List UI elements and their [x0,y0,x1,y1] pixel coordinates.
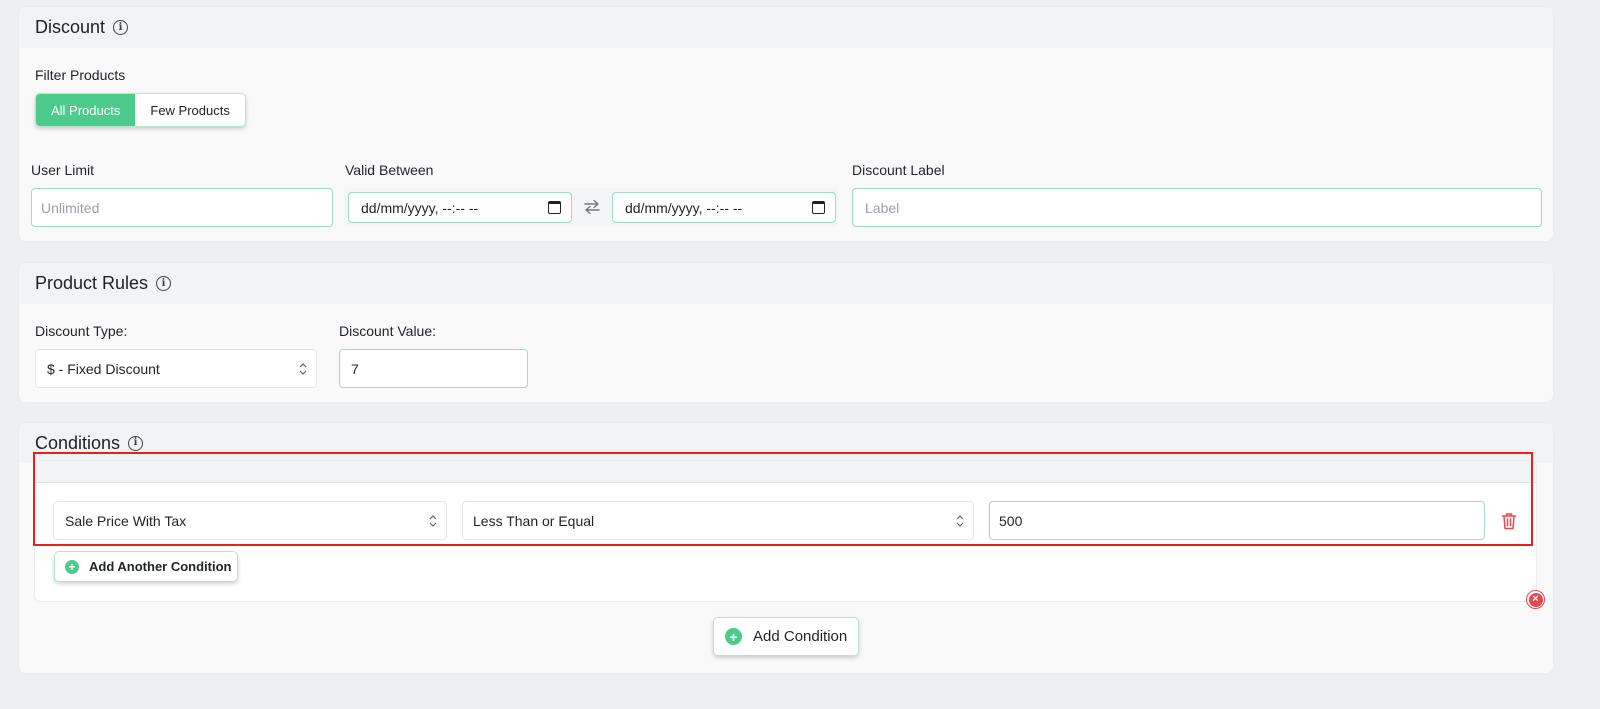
valid-to-input[interactable]: dd/mm/yyyy, --:-- -- [612,192,836,223]
discount-label-input[interactable]: Label [852,188,1542,227]
valid-between-label: Valid Between [345,162,434,178]
user-limit-label: User Limit [31,162,95,178]
highlight-box [33,452,1533,546]
conditions-title: Conditions [35,432,121,453]
discount-title: Discount [35,17,106,37]
updown-chevron-icon [299,362,307,375]
info-icon[interactable]: i [156,276,172,291]
product-rules-header: Product Rules i [19,263,1553,304]
discount-value-label: Discount Value: [339,323,437,339]
user-limit-input[interactable]: Unlimited [31,188,333,227]
filter-products-toggle: All Products Few Products [35,93,246,127]
discount-header: Discount i [19,7,1553,48]
valid-from-input[interactable]: dd/mm/yyyy, --:-- -- [348,192,572,223]
add-condition-button[interactable]: + Add Condition [713,617,859,656]
calendar-icon[interactable] [548,201,561,214]
plus-circle-icon: + [725,628,742,645]
close-circle-icon[interactable]: × [1526,590,1545,609]
all-products-option[interactable]: All Products [36,94,136,126]
product-rules-title: Product Rules [35,273,149,293]
discount-value-input[interactable]: 7 [339,349,528,388]
filter-products-label: Filter Products [35,67,126,83]
add-another-condition-button[interactable]: + Add Another Condition [54,551,238,582]
info-icon[interactable]: i [113,20,129,35]
swap-arrows-icon [584,199,600,215]
discount-label-label: Discount Label [852,162,945,178]
discount-type-select[interactable]: $ - Fixed Discount [35,349,317,388]
plus-circle-icon: + [65,559,79,574]
few-products-option[interactable]: Few Products [135,94,244,126]
info-icon[interactable]: i [128,435,144,451]
product-rules-card: Product Rules i Discount Type: $ - Fixed… [18,262,1554,403]
calendar-icon[interactable] [812,201,825,214]
discount-type-label: Discount Type: [35,323,128,339]
